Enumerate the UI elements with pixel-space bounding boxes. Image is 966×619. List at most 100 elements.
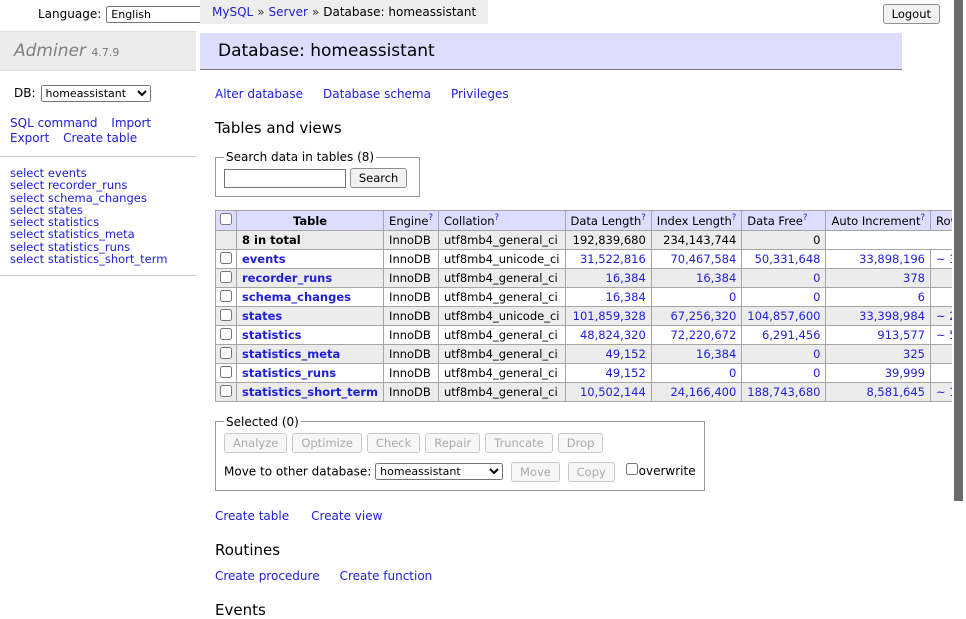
logout-button[interactable]: Logout [883,4,940,24]
row-checkbox[interactable] [220,252,232,264]
data-free-link[interactable]: 0 [813,271,820,285]
auto-increment-link[interactable]: 33,898,196 [859,252,925,266]
data-length-cell: 31,522,816 [565,249,651,268]
selected-operation-button[interactable]: Analyze [224,433,287,453]
index-length-link[interactable]: 0 [729,366,736,380]
data-free-link[interactable]: 0 [813,290,820,304]
index-length-link[interactable]: 24,166,400 [670,385,736,399]
table-name-link[interactable]: schema_changes [242,290,351,304]
auto-increment-link[interactable]: 913,577 [877,328,925,342]
collation-cell: utf8mb4_general_ci [438,268,565,287]
row-checkbox[interactable] [220,309,232,321]
selected-operation-button[interactable]: Optimize [292,433,362,453]
routine-create-link[interactable]: Create procedure [215,569,320,583]
row-checkbox[interactable] [220,366,232,378]
sidebar-action-link[interactable]: Import [111,116,151,130]
breadcrumb-mysql-link[interactable]: MySQL [212,5,253,19]
auto-increment-link[interactable]: 325 [903,347,925,361]
data-free-link[interactable]: 6,291,456 [762,328,821,342]
page-scrollbar[interactable] [952,0,966,543]
help-icon[interactable]: ? [920,213,925,223]
help-icon[interactable]: ? [732,213,737,223]
auto-increment-link[interactable]: 33,398,984 [859,309,925,323]
database-action-link[interactable]: Alter database [215,87,303,101]
index-length-link[interactable]: 72,220,672 [670,328,736,342]
selected-operation-button[interactable]: Check [367,433,420,453]
table-name-link[interactable]: states [242,309,282,323]
search-input[interactable] [224,169,346,188]
table-name-cell: schema_changes [237,287,384,306]
table-name-link[interactable]: recorder_runs [242,271,332,285]
index-length-link[interactable]: 16,384 [696,347,736,361]
sidebar-select-table-link[interactable]: select recorder_runs [10,179,196,191]
help-icon[interactable]: ? [803,213,808,223]
data-length-link[interactable]: 49,152 [606,366,646,380]
data-free-cell: 6,291,456 [742,325,826,344]
help-icon[interactable]: ? [641,213,646,223]
sidebar-action-link[interactable]: SQL command [10,116,97,130]
data-free-link[interactable]: 50,331,648 [755,252,821,266]
index-length-link[interactable]: 70,467,584 [670,252,736,266]
selected-operation-button[interactable]: Truncate [485,433,553,453]
row-check-cell [216,344,237,363]
data-free-cell: 0 [742,268,826,287]
engine-cell: InnoDB [384,306,439,325]
index-length-link[interactable]: 0 [729,290,736,304]
data-free-link[interactable]: 0 [813,347,820,361]
adminer-logo-text: Adminer [14,41,86,61]
routine-create-link[interactable]: Create function [340,569,433,583]
sidebar-action-link[interactable]: Export [10,131,49,145]
data-length-cell: 16,384 [565,287,651,306]
help-icon[interactable]: ? [428,213,433,223]
create-link[interactable]: Create view [311,509,382,523]
overwrite-checkbox[interactable] [626,463,638,475]
auto-increment-link[interactable]: 8,581,645 [866,385,925,399]
breadcrumb: MySQL»Server»Database: homeassistant [200,0,488,24]
auto-increment-cell: 33,398,984 [826,306,931,325]
table-name-link[interactable]: statistics_runs [242,366,336,380]
scrollbar-thumb[interactable] [954,0,963,501]
data-free-link[interactable]: 0 [813,366,820,380]
data-length-link[interactable]: 49,152 [606,347,646,361]
data-length-link[interactable]: 10,502,144 [580,385,646,399]
data-length-link[interactable]: 101,859,328 [573,309,646,323]
sidebar-select-table-link[interactable]: select statistics_meta [10,228,196,240]
index-length-link[interactable]: 67,256,320 [670,309,736,323]
move-db-select[interactable]: homeassistant [375,463,503,480]
data-free-link[interactable]: 104,857,600 [747,309,820,323]
data-length-link[interactable]: 16,384 [606,290,646,304]
row-checkbox[interactable] [220,271,232,283]
data-length-link[interactable]: 48,824,320 [580,328,646,342]
index-length-cell: 67,256,320 [651,306,742,325]
create-link[interactable]: Create table [215,509,289,523]
copy-button[interactable]: Copy [568,462,615,482]
auto-increment-link[interactable]: 39,999 [885,366,925,380]
row-checkbox[interactable] [220,290,232,302]
selected-operation-button[interactable]: Repair [425,433,480,453]
selected-operation-button[interactable]: Drop [558,433,604,453]
breadcrumb-server-link[interactable]: Server [269,5,308,19]
row-checkbox[interactable] [220,347,232,359]
table-name-link[interactable]: statistics_meta [242,347,340,361]
data-length-link[interactable]: 31,522,816 [580,252,646,266]
data-length-link[interactable]: 16,384 [606,271,646,285]
db-select[interactable]: homeassistant [41,85,151,102]
database-action-link[interactable]: Database schema [323,87,431,101]
index-length-link[interactable]: 16,384 [696,271,736,285]
table-name-link[interactable]: events [242,252,286,266]
help-icon[interactable]: ? [495,213,500,223]
database-action-link[interactable]: Privileges [451,87,509,101]
select-all-checkbox[interactable] [220,213,232,225]
row-checkbox[interactable] [220,328,232,340]
auto-increment-link[interactable]: 378 [903,271,925,285]
sidebar-select-table-link[interactable]: select statistics_short_term [10,253,196,265]
auto-increment-link[interactable]: 6 [918,290,925,304]
table-name-link[interactable]: statistics_short_term [242,385,378,399]
search-button[interactable]: Search [350,168,408,188]
move-button[interactable]: Move [511,462,560,482]
table-name-link[interactable]: statistics [242,328,302,342]
data-free-link[interactable]: 188,743,680 [747,385,820,399]
sidebar-action-link[interactable]: Create table [63,131,137,145]
engine-cell: InnoDB [384,363,439,382]
row-checkbox[interactable] [220,385,232,397]
